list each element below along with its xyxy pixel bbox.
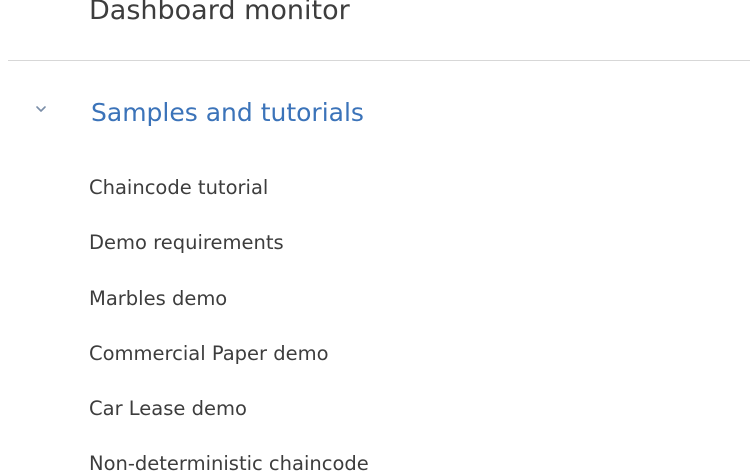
nav-item-car-lease-demo[interactable]: Car Lease demo [89, 394, 247, 424]
nav-item-marbles-demo[interactable]: Marbles demo [89, 284, 227, 314]
nav-item-chaincode-tutorial[interactable]: Chaincode tutorial [89, 173, 268, 203]
nav-item-dashboard-monitor[interactable]: Dashboard monitor [89, 0, 350, 28]
nav-item-non-deterministic-chaincode[interactable]: Non-deterministic chaincode [89, 449, 369, 475]
chevron-down-icon[interactable] [34, 101, 48, 115]
nav-divider [8, 60, 750, 61]
nav-section-title[interactable]: Samples and tutorials [91, 96, 364, 130]
docs-nav-panel: Dashboard monitor Samples and tutorials … [0, 0, 750, 475]
nav-item-commercial-paper-demo[interactable]: Commercial Paper demo [89, 339, 329, 369]
nav-item-demo-requirements[interactable]: Demo requirements [89, 228, 284, 258]
nav-section-samples-and-tutorials-header[interactable]: Samples and tutorials [0, 88, 750, 140]
